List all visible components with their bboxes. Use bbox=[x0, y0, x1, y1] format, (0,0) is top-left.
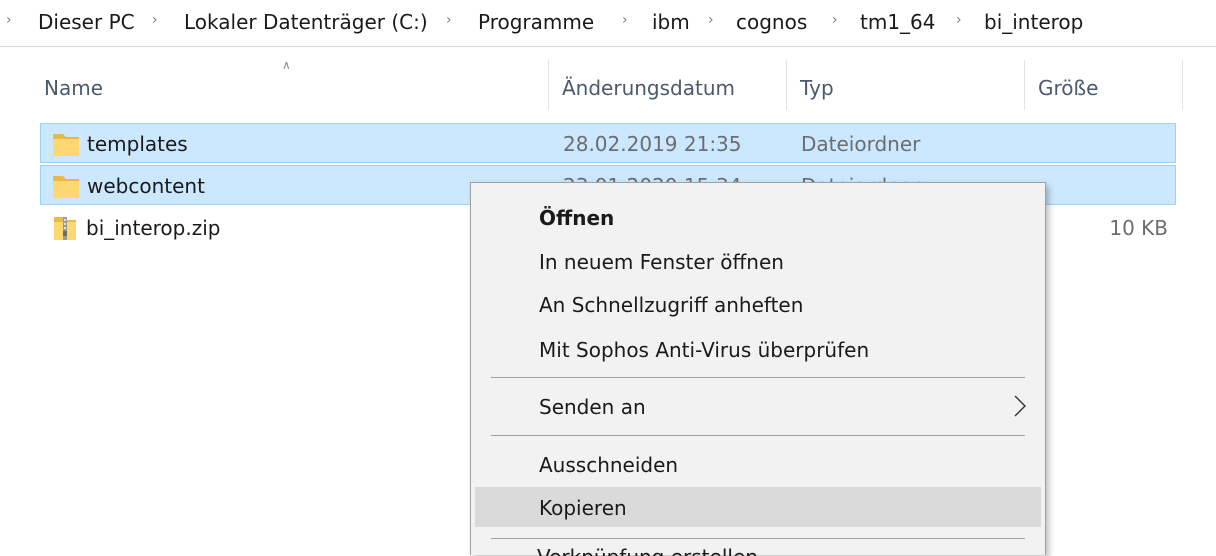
breadcrumb-item-programme[interactable]: Programme bbox=[478, 10, 594, 34]
file-row-templates[interactable]: templates 28.02.2019 21:35 Dateiordner bbox=[40, 123, 1176, 163]
column-divider[interactable] bbox=[548, 60, 549, 110]
chevron-right-icon[interactable]: › bbox=[708, 12, 714, 28]
file-name: bi_interop.zip bbox=[86, 216, 221, 240]
menu-separator bbox=[491, 377, 1025, 378]
menu-item-send-to[interactable]: Senden an bbox=[475, 386, 1041, 426]
breadcrumb-item-ibm[interactable]: ibm bbox=[652, 10, 690, 34]
column-header-type[interactable]: Typ bbox=[800, 76, 834, 100]
column-divider[interactable] bbox=[1182, 60, 1183, 110]
sort-ascending-icon: ∧ bbox=[282, 58, 291, 72]
file-type: Dateiordner bbox=[801, 132, 921, 156]
column-divider[interactable] bbox=[1024, 60, 1025, 110]
column-header-name[interactable]: Name bbox=[44, 76, 103, 100]
chevron-right-icon[interactable]: › bbox=[832, 12, 838, 28]
context-menu: Öffnen In neuem Fenster öffnen An Schnel… bbox=[470, 182, 1046, 556]
menu-item-pin-quick-access[interactable]: An Schnellzugriff anheften bbox=[475, 284, 1041, 324]
column-header-date[interactable]: Änderungsdatum bbox=[562, 76, 735, 100]
file-name: webcontent bbox=[87, 174, 205, 198]
chevron-right-icon[interactable]: › bbox=[6, 12, 12, 28]
chevron-right-icon bbox=[1013, 394, 1027, 422]
column-headers: Name Änderungsdatum Typ Größe bbox=[0, 56, 1216, 118]
menu-item-open-new-window[interactable]: In neuem Fenster öffnen bbox=[475, 241, 1041, 281]
zip-folder-icon bbox=[50, 213, 80, 247]
address-bar[interactable]: › Dieser PC › Lokaler Datenträger (C:) ›… bbox=[0, 0, 1216, 47]
chevron-right-icon[interactable]: › bbox=[956, 12, 962, 28]
menu-item-label: Ausschneiden bbox=[539, 453, 679, 477]
folder-icon bbox=[51, 171, 81, 205]
menu-item-label: Kopieren bbox=[539, 496, 627, 520]
menu-item-copy[interactable]: Kopieren bbox=[475, 487, 1041, 527]
chevron-right-icon[interactable]: › bbox=[622, 12, 628, 28]
folder-icon bbox=[51, 129, 81, 163]
menu-item-label: Senden an bbox=[539, 395, 646, 419]
menu-separator bbox=[491, 435, 1025, 436]
file-date: 28.02.2019 21:35 bbox=[563, 132, 742, 156]
chevron-right-icon[interactable]: › bbox=[152, 12, 158, 28]
menu-separator bbox=[491, 538, 1025, 539]
menu-item-sophos-scan[interactable]: Mit Sophos Anti-Virus überprüfen bbox=[475, 329, 1041, 369]
menu-item-label: Mit Sophos Anti-Virus überprüfen bbox=[539, 338, 870, 362]
column-header-size[interactable]: Größe bbox=[1038, 76, 1098, 100]
breadcrumb-item-this-pc[interactable]: Dieser PC bbox=[38, 10, 135, 34]
menu-item-label: An Schnellzugriff anheften bbox=[539, 293, 804, 317]
breadcrumb-item-cognos[interactable]: cognos bbox=[736, 10, 807, 34]
file-name: templates bbox=[87, 132, 188, 156]
breadcrumb-item-bi-interop[interactable]: bi_interop bbox=[984, 10, 1083, 34]
menu-item-label: Öffnen bbox=[539, 206, 615, 230]
breadcrumb-item-tm1-64[interactable]: tm1_64 bbox=[860, 10, 936, 34]
menu-item-open[interactable]: Öffnen bbox=[475, 197, 1041, 237]
chevron-right-icon[interactable]: › bbox=[446, 12, 452, 28]
menu-item-label: In neuem Fenster öffnen bbox=[539, 250, 784, 274]
file-size: 10 KB bbox=[1109, 216, 1168, 240]
breadcrumb-item-local-disk[interactable]: Lokaler Datenträger (C:) bbox=[184, 10, 428, 34]
column-divider[interactable] bbox=[786, 60, 787, 110]
menu-item-cut[interactable]: Ausschneiden bbox=[475, 444, 1041, 484]
